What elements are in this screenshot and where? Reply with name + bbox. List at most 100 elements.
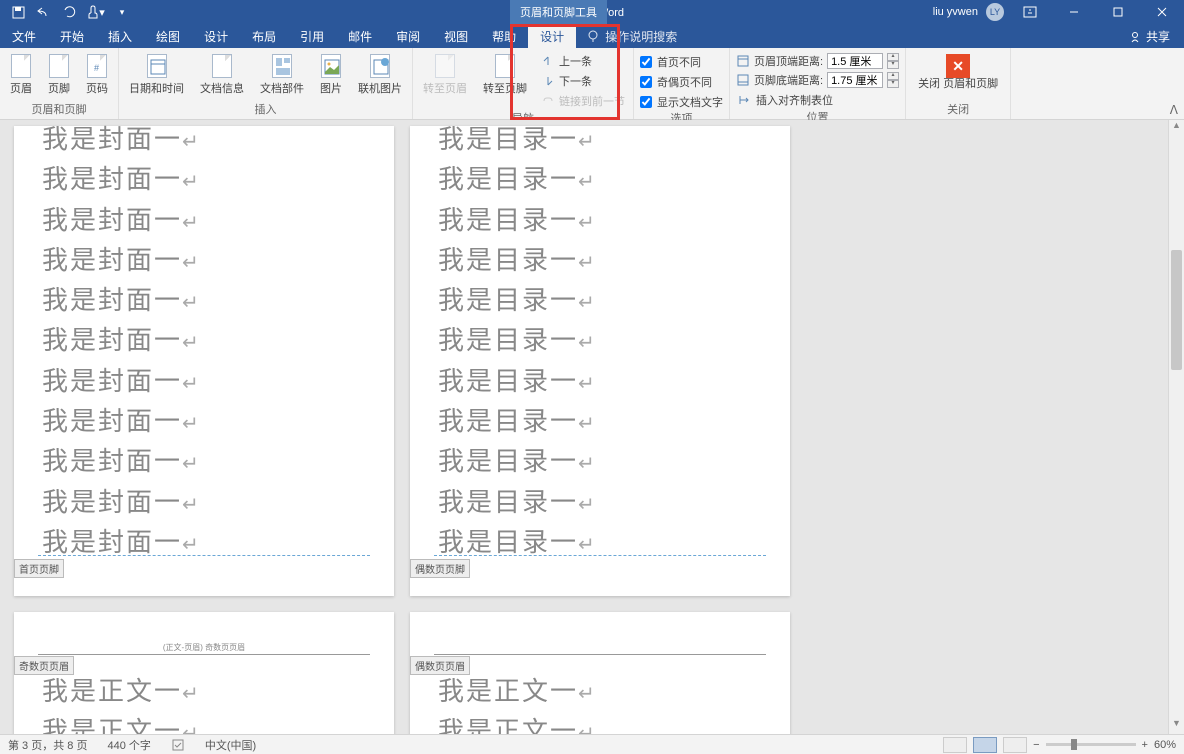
- text-line: 我是封面一↵: [42, 523, 366, 563]
- text-line: 我是封面一↵: [42, 483, 366, 523]
- footer-distance-spinner[interactable]: ▴▾: [887, 72, 899, 88]
- close-icon[interactable]: [1144, 1, 1180, 24]
- group-label-hf: 页眉和页脚: [6, 101, 112, 119]
- tab-home[interactable]: 开始: [48, 24, 96, 48]
- goto-header-button: 转至页眉: [419, 52, 471, 98]
- vertical-scrollbar[interactable]: ▲ ▼: [1168, 120, 1184, 734]
- zoom-slider[interactable]: [1046, 743, 1136, 746]
- save-icon[interactable]: [6, 1, 30, 24]
- goto-footer-button[interactable]: 转至页脚: [479, 52, 531, 98]
- tab-review[interactable]: 审阅: [384, 24, 432, 48]
- redo-icon[interactable]: [58, 1, 82, 24]
- touch-icon[interactable]: ▾: [84, 1, 108, 24]
- tab-help[interactable]: 帮助: [480, 24, 528, 48]
- undo-icon[interactable]: [32, 1, 56, 24]
- tab-layout[interactable]: 布局: [240, 24, 288, 48]
- text-line: 我是正文一↵: [42, 712, 366, 734]
- quickparts-button[interactable]: 文档部件: [256, 52, 308, 98]
- tab-references[interactable]: 引用: [288, 24, 336, 48]
- insert-align-tab-button[interactable]: 插入对齐制表位: [736, 91, 899, 109]
- scroll-down-icon[interactable]: ▼: [1169, 718, 1184, 734]
- tab-file[interactable]: 文件: [0, 24, 48, 48]
- datetime-button[interactable]: 日期和时间: [125, 52, 188, 98]
- first-page-footer-tag: 首页页脚: [14, 559, 64, 578]
- user-name[interactable]: liu yvwen: [933, 6, 978, 18]
- print-layout-button[interactable]: [973, 737, 997, 753]
- language[interactable]: 中文(中国): [205, 737, 256, 753]
- page-cover[interactable]: 我是封面一↵我是封面一↵我是封面一↵我是封面一↵我是封面一↵我是封面一↵我是封面…: [14, 126, 394, 596]
- status-bar: 第 3 页，共 8 页 440 个字 中文(中国) − + 60%: [0, 734, 1184, 754]
- collapse-ribbon-icon[interactable]: ᐱ: [1170, 103, 1178, 117]
- share-button[interactable]: 共享: [1129, 28, 1184, 45]
- text-line: 我是封面一↵: [42, 442, 366, 482]
- zoom-in-button[interactable]: +: [1142, 739, 1148, 751]
- page-number-button[interactable]: #页码: [82, 52, 112, 98]
- web-layout-button[interactable]: [1003, 737, 1027, 753]
- text-line: 我是目录一↵: [438, 281, 762, 321]
- page-body-odd[interactable]: (正文-页眉) 奇数页页眉 奇数页页眉 我是正文一↵我是正文一↵: [14, 612, 394, 734]
- docinfo-button[interactable]: 文档信息: [196, 52, 248, 98]
- share-icon: [1129, 30, 1142, 43]
- text-line: 我是正文一↵: [438, 712, 762, 734]
- even-page-header-tag: 偶数页页眉: [410, 656, 470, 675]
- text-line: 我是封面一↵: [42, 241, 366, 281]
- close-header-footer-button[interactable]: ✕ 关闭 页眉和页脚: [912, 52, 1004, 93]
- link-icon: [541, 95, 555, 107]
- tab-design[interactable]: 设计: [192, 24, 240, 48]
- user-avatar[interactable]: LY: [986, 3, 1004, 21]
- zoom-level[interactable]: 60%: [1154, 739, 1176, 751]
- ribbon-display-icon[interactable]: [1012, 1, 1048, 24]
- spellcheck-icon[interactable]: [171, 738, 185, 752]
- online-picture-button[interactable]: 联机图片: [354, 52, 406, 98]
- tab-hf-design[interactable]: 设计: [528, 24, 576, 48]
- odd-even-different-checkbox[interactable]: 奇偶页不同: [640, 74, 723, 90]
- first-page-different-checkbox[interactable]: 首页不同: [640, 54, 723, 70]
- tell-me-search[interactable]: 操作说明搜索: [576, 28, 677, 45]
- tab-view[interactable]: 视图: [432, 24, 480, 48]
- group-label-insert: 插入: [125, 101, 406, 119]
- previous-button[interactable]: 上一条: [539, 52, 627, 70]
- text-line: 我是目录一↵: [438, 241, 762, 281]
- maximize-icon[interactable]: [1100, 1, 1136, 24]
- footer-distance-input[interactable]: [827, 72, 883, 88]
- header-button[interactable]: 页眉: [6, 52, 36, 98]
- title-bar: ▾ ▾ 文档1 - Word 页眉和页脚工具 liu yvwen LY: [0, 0, 1184, 24]
- text-line: 我是目录一↵: [438, 120, 762, 160]
- document-area: 我是封面一↵我是封面一↵我是封面一↵我是封面一↵我是封面一↵我是封面一↵我是封面…: [0, 120, 1184, 734]
- close-hf-icon: ✕: [946, 54, 970, 78]
- zoom-out-button[interactable]: −: [1033, 739, 1039, 751]
- read-mode-button[interactable]: [943, 737, 967, 753]
- scroll-thumb[interactable]: [1171, 250, 1182, 370]
- prev-icon: [541, 55, 555, 67]
- header-distance-spinner[interactable]: ▴▾: [887, 53, 899, 69]
- next-icon: [541, 75, 555, 87]
- text-line: 我是正文一↵: [42, 672, 366, 712]
- tab-insert[interactable]: 插入: [96, 24, 144, 48]
- text-line: 我是封面一↵: [42, 201, 366, 241]
- show-document-text-checkbox[interactable]: 显示文档文字: [640, 94, 723, 110]
- page-body-even[interactable]: 偶数页页眉 我是正文一↵我是正文一↵: [410, 612, 790, 734]
- page-count[interactable]: 第 3 页，共 8 页: [8, 737, 87, 753]
- tab-draw[interactable]: 绘图: [144, 24, 192, 48]
- footer-distance-label: 页脚底端距离:: [754, 72, 823, 88]
- group-label-close: 关闭: [912, 101, 1004, 119]
- picture-button[interactable]: 图片: [316, 52, 346, 98]
- tab-mailings[interactable]: 邮件: [336, 24, 384, 48]
- header-distance-input[interactable]: [827, 53, 883, 69]
- text-line: 我是封面一↵: [42, 321, 366, 361]
- header-distance-icon: [736, 54, 750, 68]
- share-label: 共享: [1146, 28, 1170, 45]
- text-line: 我是封面一↵: [42, 362, 366, 402]
- text-line: 我是目录一↵: [438, 402, 762, 442]
- next-button[interactable]: 下一条: [539, 72, 627, 90]
- qat-more-icon[interactable]: ▾: [110, 1, 134, 24]
- footer-button[interactable]: 页脚: [44, 52, 74, 98]
- text-line: 我是目录一↵: [438, 201, 762, 241]
- word-count[interactable]: 440 个字: [107, 737, 150, 753]
- footer-distance-icon: [736, 73, 750, 87]
- scroll-up-icon[interactable]: ▲: [1169, 120, 1184, 136]
- minimize-icon[interactable]: [1056, 1, 1092, 24]
- page-toc[interactable]: 我是目录一↵我是目录一↵我是目录一↵我是目录一↵我是目录一↵我是目录一↵我是目录…: [410, 126, 790, 596]
- even-page-footer-tag: 偶数页页脚: [410, 559, 470, 578]
- lightbulb-icon: [586, 29, 600, 43]
